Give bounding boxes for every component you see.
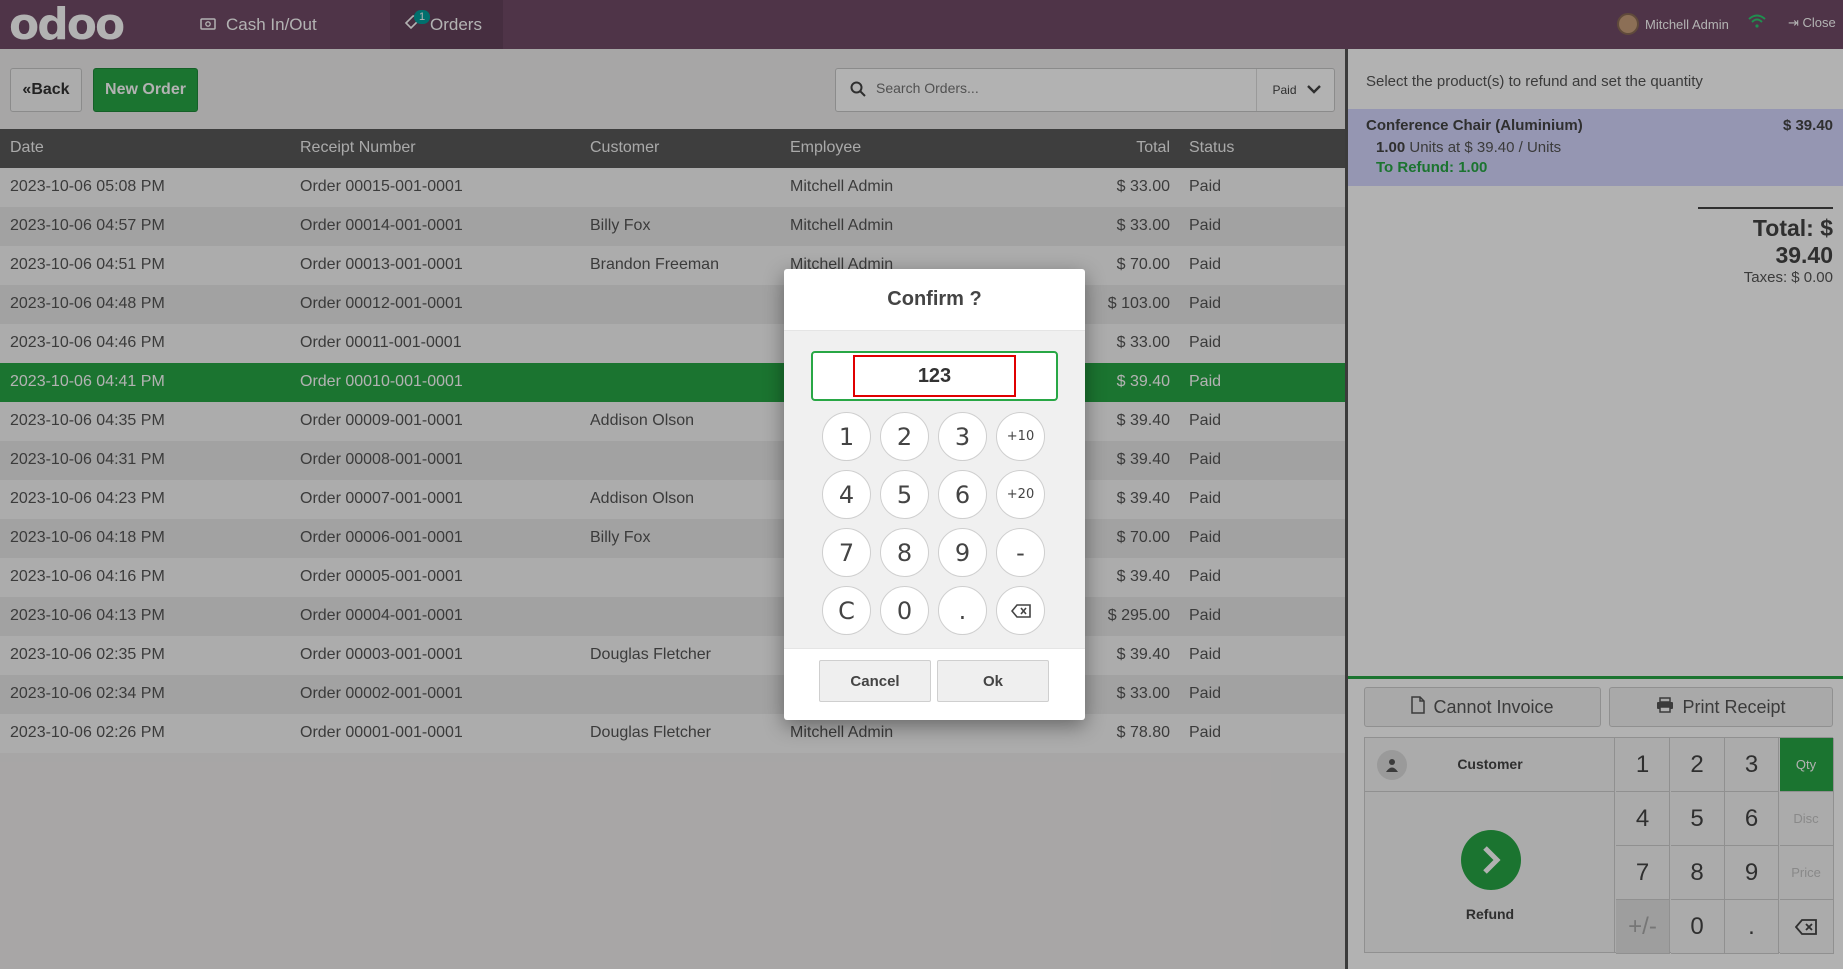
ok-button[interactable]: Ok — [937, 660, 1049, 702]
dialog-key[interactable]: 2 — [880, 412, 929, 461]
cancel-button[interactable]: Cancel — [819, 660, 931, 702]
dialog-key[interactable]: 8 — [880, 528, 929, 577]
dialog-title: Confirm ? — [784, 269, 1085, 331]
dialog-key[interactable]: . — [938, 586, 987, 635]
dialog-key[interactable]: 4 — [822, 470, 871, 519]
dialog-footer: Cancel Ok — [784, 648, 1085, 720]
dialog-key[interactable]: +20 — [996, 470, 1045, 519]
backspace-icon — [1010, 603, 1031, 618]
dialog-key[interactable]: 9 — [938, 528, 987, 577]
dialog-key[interactable]: +10 — [996, 412, 1045, 461]
dialog-key[interactable]: 6 — [938, 470, 987, 519]
dialog-key[interactable]: 7 — [822, 528, 871, 577]
dialog-key[interactable]: - — [996, 528, 1045, 577]
dialog-key[interactable]: 3 — [938, 412, 987, 461]
dialog-value: 123 — [853, 355, 1016, 397]
dialog-key[interactable]: 1 — [822, 412, 871, 461]
dialog-backspace-button[interactable] — [996, 586, 1045, 635]
confirm-dialog: Confirm ? 123 1 2 3 +10 4 5 6 +20 7 8 9- C 0. Cancel… — [784, 269, 1085, 720]
dialog-key[interactable]: 0 — [880, 586, 929, 635]
dialog-body: 123 1 2 3 +10 4 5 6 +20 7 8 9- C 0. — [784, 331, 1085, 648]
dialog-value-field[interactable]: 123 — [811, 351, 1058, 401]
dialog-key[interactable]: C — [822, 586, 871, 635]
dialog-key[interactable]: 5 — [880, 470, 929, 519]
